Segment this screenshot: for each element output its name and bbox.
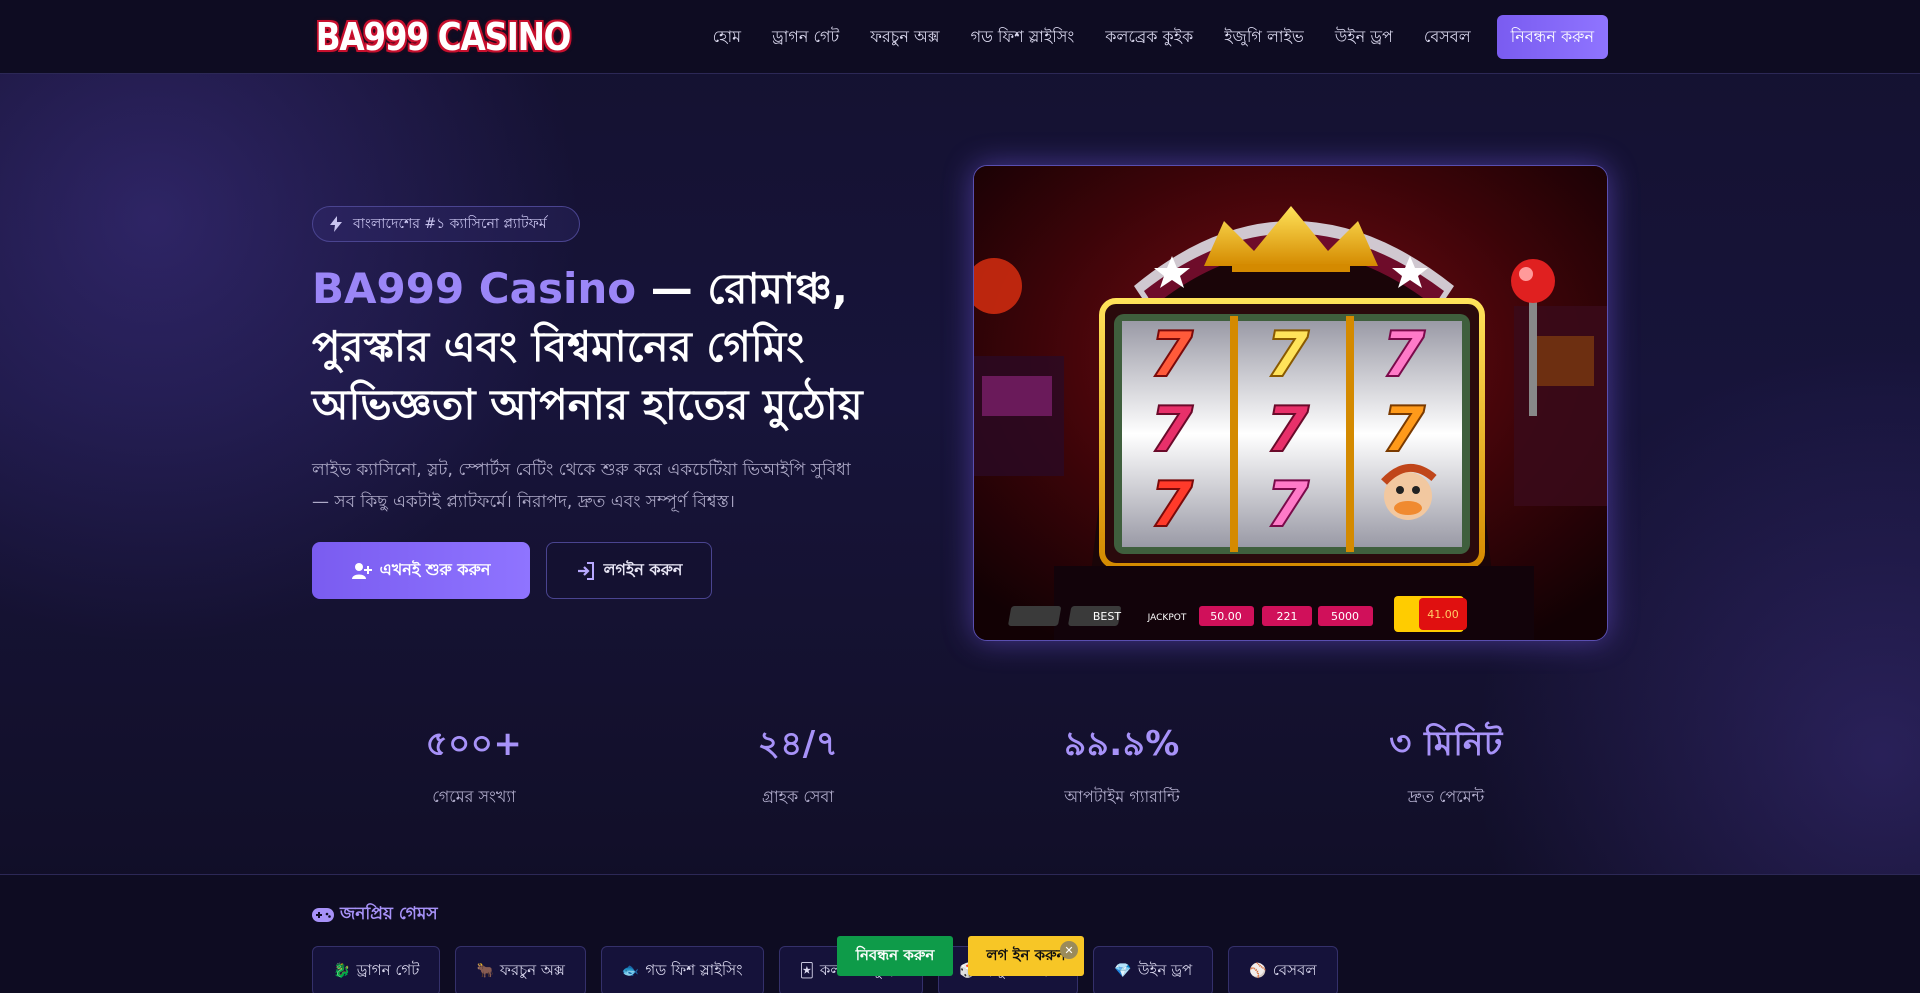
floating-login-label: লগ ইন করুন (986, 945, 1066, 964)
game-chip-god-fish-slicing[interactable]: 🐟 গড ফিশ স্লাইসিং (600, 946, 764, 993)
slot-label-best: BEST (1093, 610, 1121, 623)
nav-link-ezugi-live[interactable]: ইজুগি লাইভ (1224, 24, 1304, 51)
hero-badge: বাংলাদেশের #১ ক্যাসিনো প্ল্যাটফর্ম (312, 206, 580, 242)
slot-label-50: 50.00 (1210, 610, 1242, 623)
hero-description: লাইভ ক্যাসিনো, স্লট, স্পোর্টস বেটিং থেকে… (312, 460, 851, 512)
stat-label: গ্রাহক সেবা (762, 787, 834, 806)
stat-payment: ৩ মিনিট দ্রুত পেমেন্ট (1284, 720, 1608, 810)
chip-label: গড ফিশ স্লাইসিং (645, 960, 743, 979)
game-chip-list: 🐉 ড্রাগন গেট 🐂 ফরচুন অক্স 🐟 গড ফিশ স্লাইসিং… (312, 946, 1353, 993)
login-button[interactable]: লগইন করুন (546, 542, 712, 599)
svg-text:7: 7 (1266, 393, 1310, 466)
baseball-icon: ⚾ (1249, 963, 1267, 979)
nav-links: হোম ড্রাগন গেট ফরচুন অক্স গড ফিশ স্লাইসি… (682, 15, 1608, 59)
ox-icon: 🐂 (476, 963, 494, 979)
fish-icon: 🐟 (621, 963, 640, 979)
nav-link-fortune-ox[interactable]: ফরচুন অক্স (870, 24, 939, 51)
svg-text:7: 7 (1382, 393, 1426, 466)
svg-text:7: 7 (1150, 393, 1194, 466)
card-icon: 🃏 (799, 963, 814, 979)
logo-text: BA999 CASINO (315, 15, 572, 59)
slot-label-5000: 5000 (1331, 610, 1359, 623)
login-label: লগইন করুন (603, 560, 683, 579)
gem-icon: 💎 (1114, 963, 1132, 979)
nav-link-baseball[interactable]: বেসবল (1424, 24, 1471, 51)
close-icon[interactable]: ✕ (1060, 941, 1078, 959)
nav-link-callbreak-quick[interactable]: কলব্রেক কুইক (1105, 24, 1193, 51)
slot-label-jackpot: JACKPOT (1147, 613, 1187, 623)
start-now-label: এখনই শুরু করুন (379, 560, 491, 579)
slot-label-221: 221 (1277, 610, 1298, 623)
stat-value: ৩ মিনিট (1389, 724, 1503, 764)
game-chip-dragon-gate[interactable]: 🐉 ড্রাগন গেট (312, 946, 441, 993)
nav-link-win-drop[interactable]: উইন ড্রপ (1335, 24, 1393, 51)
stat-label: গেমের সংখ্যা (432, 787, 516, 806)
stat-games: ৫০০+ গেমের সংখ্যা (312, 720, 636, 810)
stats-row: ৫০০+ গেমের সংখ্যা ২৪/৭ গ্রাহক সেবা ৯৯.৯%… (312, 720, 1608, 810)
svg-text:7: 7 (1150, 468, 1194, 541)
svg-text:7: 7 (1266, 468, 1310, 541)
hero-slot-machine-image: 7 7 7 7 7 7 7 7 BEST JACKPOT 50.00 221 5… (973, 165, 1608, 641)
game-chip-baseball[interactable]: ⚾ বেসবল (1228, 946, 1338, 993)
stat-label: আপটাইম গ্যারান্টি (1064, 787, 1180, 806)
user-plus-icon (351, 562, 372, 579)
nav-register-button[interactable]: নিবন্ধন করুন (1496, 15, 1608, 59)
site-logo[interactable]: BA999 CASINO (312, 14, 574, 60)
nav-link-god-fish-slicing[interactable]: গড ফিশ স্লাইসিং (971, 24, 1075, 51)
stat-uptime: ৯৯.৯% আপটাইম গ্যারান্টি (960, 720, 1284, 810)
page-background (0, 0, 1920, 993)
stat-value: ৫০০+ (425, 724, 523, 764)
popular-games-title: জনপ্রিয় গেমস (340, 904, 438, 924)
sign-in-icon (577, 561, 594, 580)
chip-label: ড্রাগন গেট (356, 960, 420, 979)
slot-machine-illustration: 7 7 7 7 7 7 7 7 BEST JACKPOT 50.00 221 5… (974, 166, 1607, 640)
nav-link-dragon-gate[interactable]: ড্রাগন গেট (772, 24, 839, 51)
lightning-icon (330, 216, 342, 232)
svg-text:7: 7 (1382, 318, 1426, 391)
svg-text:7: 7 (1150, 318, 1194, 391)
chip-label: বেসবল (1272, 960, 1317, 979)
nav-link-home[interactable]: হোম (713, 24, 741, 51)
top-navbar: BA999 CASINO হোম ড্রাগন গেট ফরচুন অক্স গ… (0, 0, 1920, 74)
stat-value: ৯৯.৯% (1064, 724, 1180, 764)
floating-login-button[interactable]: লগ ইন করুন ✕ (968, 936, 1084, 976)
start-now-button[interactable]: এখনই শুরু করুন (312, 542, 530, 599)
hero-title-brand: BA999 Casino (312, 264, 637, 313)
hero-badge-text: বাংলাদেশের #১ ক্যাসিনো প্ল্যাটফর্ম (353, 216, 547, 232)
popular-games-heading: জনপ্রিয় গেমস (312, 901, 438, 929)
floating-cta-bar: নিবন্ধন করুন লগ ইন করুন ✕ (837, 936, 1084, 976)
stat-support: ২৪/৭ গ্রাহক সেবা (636, 720, 960, 810)
hero-title: BA999 Casino — রোমাঞ্চ, পুরস্কার এবং বিশ… (312, 260, 932, 434)
game-chip-win-drop[interactable]: 💎 উইন ড্রপ (1093, 946, 1214, 993)
chip-label: ফরচুন অক্স (499, 960, 565, 979)
floating-register-button[interactable]: নিবন্ধন করুন (837, 936, 953, 976)
chip-label: উইন ড্রপ (1137, 960, 1193, 979)
stat-label: দ্রুত পেমেন্ট (1407, 787, 1485, 806)
slot-label-41: 41.00 (1427, 608, 1459, 621)
game-chip-fortune-ox[interactable]: 🐂 ফরচুন অক্স (455, 946, 586, 993)
dragon-icon: 🐉 (333, 963, 351, 979)
gamepad-icon (312, 908, 334, 922)
svg-text:7: 7 (1266, 318, 1310, 391)
stat-value: ২৪/৭ (757, 724, 839, 764)
